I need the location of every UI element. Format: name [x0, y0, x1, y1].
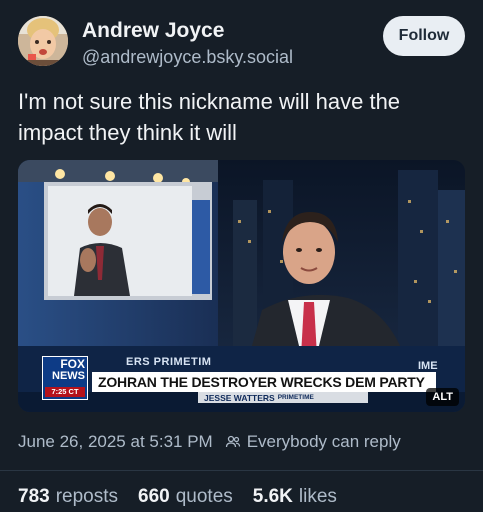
author-handle[interactable]: @andrewjoyce.bsky.social — [82, 47, 293, 68]
likes-count: 5.6K — [252, 486, 293, 507]
reposts-label: reposts — [55, 486, 119, 507]
reply-setting[interactable]: Everybody can reply — [247, 432, 401, 452]
alt-text-badge[interactable]: ALT — [426, 388, 459, 406]
reposts-stat[interactable]: 783 reposts — [18, 486, 118, 508]
post-image[interactable]: ERS PRIMETIM IME FOX NEWS 7:25 CT ZOHRAN… — [18, 160, 465, 412]
avatar[interactable] — [18, 16, 68, 66]
logo-news-text: NEWS — [52, 370, 85, 382]
likes-label: likes — [298, 486, 337, 507]
post-text: I'm not sure this nickname will have the… — [18, 89, 401, 145]
quotes-stat[interactable]: 660 quotes — [138, 486, 233, 508]
post-timestamp: June 26, 2025 at 5:31 PM — [18, 432, 213, 451]
chyron-top-text: ERS PRIMETIM — [126, 356, 212, 368]
avatar-image — [18, 16, 68, 66]
chyron-top-right-text: IME — [418, 360, 438, 372]
quotes-label: quotes — [175, 486, 233, 507]
chyron-headline: ZOHRAN THE DESTROYER WRECKS DEM PARTY — [92, 372, 436, 392]
follow-button[interactable]: Follow — [383, 16, 465, 56]
chyron-show-name: JESSE WATTERS — [204, 392, 275, 403]
post-meta: June 26, 2025 at 5:31 PM Everybody can r… — [18, 432, 401, 452]
chyron-show-tag: PRIMETIME — [277, 394, 314, 401]
post-header: Andrew Joyce @andrewjoyce.bsky.social Fo… — [18, 16, 465, 72]
divider — [0, 470, 483, 471]
chyron-show-bar: JESSE WATTERS PRIMETIME — [198, 392, 368, 403]
author-display-name[interactable]: Andrew Joyce — [82, 19, 224, 43]
post-stats: 783 reposts 660 quotes 5.6K likes — [18, 486, 357, 508]
quotes-count: 660 — [138, 486, 170, 507]
reposts-count: 783 — [18, 486, 50, 507]
people-icon — [225, 434, 241, 450]
chyron-time: 7:25 CT — [45, 387, 85, 397]
fox-news-logo: FOX NEWS 7:25 CT — [42, 356, 88, 400]
logo-fox-text: FOX — [60, 357, 85, 371]
likes-stat[interactable]: 5.6K likes — [253, 486, 337, 508]
